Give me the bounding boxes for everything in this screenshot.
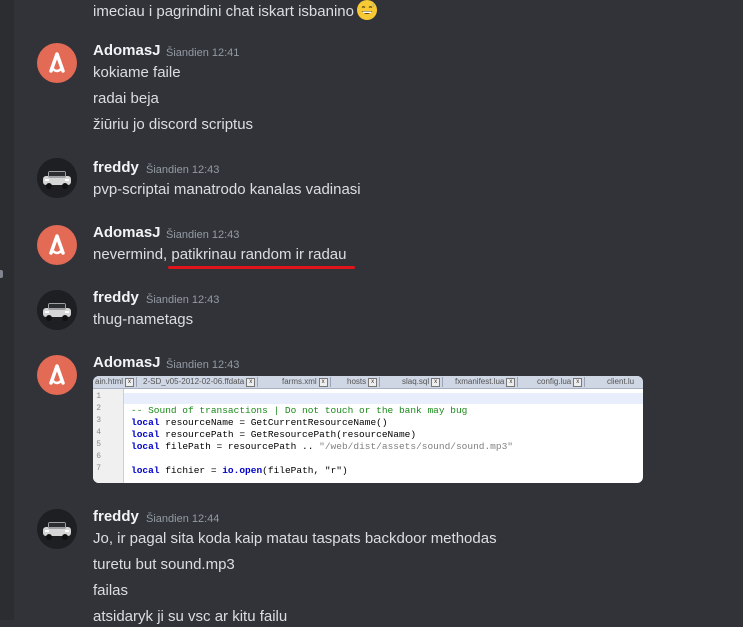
editor-tab: ain.html x (93, 377, 138, 387)
highlighted-text: patikrinau random ir radau (171, 246, 347, 263)
car-avatar-icon (37, 158, 77, 198)
line-number: 3 (96, 416, 101, 425)
letter-a-avatar-icon (49, 52, 65, 73)
timestamp: Šiandien 12:43 (166, 359, 240, 371)
username[interactable]: freddy (93, 507, 139, 527)
line-number: 7 (96, 464, 101, 473)
close-icon: x (506, 378, 516, 387)
editor-tab: config.lua x (533, 377, 586, 387)
timestamp: Šiandien 12:43 (146, 164, 220, 176)
avatar-freddy[interactable] (37, 509, 77, 549)
editor-tab-bar: ain.html x 2-SD_v05-2012-02-06.ffdata x fa… (93, 376, 643, 389)
editor-tab: slaq.sql x (398, 377, 444, 387)
message-text: nevermind, patikrinau random ir radau (93, 246, 347, 263)
line-number-gutter: 1 2 3 4 5 6 7 (93, 389, 124, 483)
code-line: -- Sound of transactions | Do not touch … (131, 405, 468, 416)
message-text: Jo, ir pagal sita koda kaip matau taspat… (93, 530, 497, 547)
close-icon: x (431, 378, 441, 387)
letter-a-avatar-icon (49, 364, 65, 385)
message-text: failas (93, 582, 129, 599)
username[interactable]: AdomasJ (93, 41, 161, 61)
code-line: local filePath = resourcePath .. "/web/d… (131, 441, 513, 452)
code-line: local resourcePath = GetResourcePath(res… (131, 429, 417, 440)
image-attachment[interactable]: ain.html x 2-SD_v05-2012-02-06.ffdata x fa… (93, 376, 643, 483)
message-text: pvp-scriptai manatrodo kanalas vadinasi (93, 181, 361, 198)
code-line: local resourceName = GetCurrentResourceN… (131, 417, 388, 428)
avatar-freddy[interactable] (37, 158, 77, 198)
line-number: 1 (96, 392, 101, 401)
editor-tab: 2-SD_v05-2012-02-06.ffdata x (139, 377, 259, 387)
editor-tab: client.lu (603, 377, 643, 387)
username[interactable]: freddy (93, 158, 139, 178)
username[interactable]: AdomasJ (93, 223, 161, 243)
car-avatar-icon (37, 290, 77, 330)
message-text: thug-nametags (93, 311, 194, 328)
close-icon: x (573, 378, 583, 387)
grinning-sweat-emoji-icon (356, 0, 377, 20)
avatar-adomasj[interactable] (37, 355, 77, 395)
avatar-freddy[interactable] (37, 290, 77, 330)
close-icon: x (125, 378, 135, 387)
close-icon: x (246, 378, 256, 387)
timestamp: Šiandien 12:43 (146, 294, 220, 306)
timestamp: Šiandien 12:43 (166, 229, 240, 241)
line-number: 5 (96, 440, 101, 449)
timestamp: Šiandien 12:44 (146, 513, 220, 525)
close-icon: x (368, 378, 378, 387)
editor-tab: farms.xml x (278, 377, 331, 387)
message-text: turetu but sound.mp3 (93, 556, 235, 573)
letter-a-avatar-icon (49, 234, 65, 255)
message-text: žiūriu jo discord scriptus (93, 116, 254, 133)
current-line-highlight (124, 393, 643, 404)
editor-tab: hosts x (343, 377, 381, 387)
message-text: imeciau i pagrindini chat iskart isbanin… (93, 0, 377, 22)
left-rail (0, 0, 14, 620)
car-avatar-icon (37, 509, 77, 549)
close-icon: x (318, 378, 328, 387)
line-number: 4 (96, 428, 101, 437)
username[interactable]: freddy (93, 288, 139, 308)
username[interactable]: AdomasJ (93, 353, 161, 373)
avatar-adomasj[interactable] (37, 43, 77, 83)
avatar-adomasj[interactable] (37, 225, 77, 265)
unread-indicator (0, 270, 3, 278)
message-text: radai beja (93, 90, 159, 107)
message-text: kokiame faile (93, 64, 181, 81)
editor-tab: fxmanifest.lua x (451, 377, 519, 387)
message-text: atsidaryk ji su vsc ar kitu failu (93, 608, 288, 625)
red-underline-annotation (168, 266, 355, 269)
line-number: 6 (96, 452, 101, 461)
timestamp: Šiandien 12:41 (166, 47, 240, 59)
code-line: local fichier = io.open(filePath, "r") (131, 465, 348, 476)
line-number: 2 (96, 404, 101, 413)
